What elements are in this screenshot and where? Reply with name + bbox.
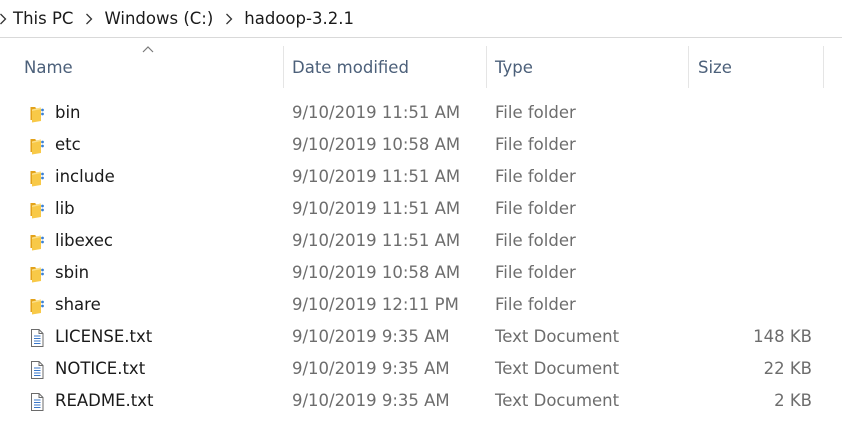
file-type: Text Document (495, 359, 620, 378)
file-row[interactable]: NOTICE.txt 9/10/2019 9:35 AM Text Docume… (0, 353, 842, 385)
file-type: File folder (495, 231, 576, 250)
file-date-modified: 9/10/2019 9:35 AM (292, 359, 450, 378)
file-date-modified: 9/10/2019 12:11 PM (292, 295, 459, 314)
file-list: bin 9/10/2019 11:51 AM File folder etc 9… (0, 97, 842, 417)
chevron-right-icon[interactable] (80, 9, 98, 29)
file-row[interactable]: libexec 9/10/2019 11:51 AM File folder (0, 225, 842, 257)
file-name: NOTICE.txt (55, 359, 146, 378)
file-row[interactable]: etc 9/10/2019 10:58 AM File folder (0, 129, 842, 161)
column-header-size[interactable]: Size (689, 38, 823, 96)
column-header-date-modified[interactable]: Date modified (284, 38, 486, 96)
file-row[interactable]: bin 9/10/2019 11:51 AM File folder (0, 97, 842, 129)
file-date-modified: 9/10/2019 10:58 AM (292, 135, 461, 154)
file-size: 2 KB (774, 391, 812, 410)
column-header-name[interactable]: Name (0, 38, 283, 96)
file-type: File folder (495, 135, 576, 154)
file-row[interactable]: share 9/10/2019 12:11 PM File folder (0, 289, 842, 321)
folder-icon (27, 263, 47, 283)
breadcrumb-item-windows-c[interactable]: Windows (C:) (102, 9, 215, 29)
column-divider[interactable] (823, 46, 824, 88)
file-type: File folder (495, 103, 576, 122)
file-name: lib (55, 199, 75, 218)
file-name: LICENSE.txt (55, 327, 153, 346)
column-header-type-label: Type (495, 58, 533, 77)
folder-icon (27, 167, 47, 187)
file-name: libexec (55, 231, 113, 250)
file-date-modified: 9/10/2019 11:51 AM (292, 103, 461, 122)
folder-icon (27, 103, 47, 123)
file-date-modified: 9/10/2019 11:51 AM (292, 199, 461, 218)
file-date-modified: 9/10/2019 9:35 AM (292, 391, 450, 410)
file-explorer-window: This PC Windows (C:) hadoop-3.2.1 Name D… (0, 0, 842, 429)
file-type: File folder (495, 263, 576, 282)
breadcrumb-item-this-pc[interactable]: This PC (11, 9, 75, 29)
file-size: 148 KB (753, 327, 812, 346)
file-size: 22 KB (763, 359, 812, 378)
file-row[interactable]: LICENSE.txt 9/10/2019 9:35 AM Text Docum… (0, 321, 842, 353)
file-name: bin (55, 103, 81, 122)
text-document-icon (27, 327, 47, 347)
folder-icon (27, 199, 47, 219)
file-name: share (55, 295, 101, 314)
file-date-modified: 9/10/2019 10:58 AM (292, 263, 461, 282)
folder-icon (27, 295, 47, 315)
file-row[interactable]: sbin 9/10/2019 10:58 AM File folder (0, 257, 842, 289)
file-row[interactable]: lib 9/10/2019 11:51 AM File folder (0, 193, 842, 225)
file-type: Text Document (495, 327, 620, 346)
file-type: File folder (495, 167, 576, 186)
breadcrumb-item-hadoop[interactable]: hadoop-3.2.1 (242, 9, 356, 29)
chevron-right-icon[interactable] (0, 9, 10, 29)
file-type: Text Document (495, 391, 620, 410)
file-name: etc (55, 135, 81, 154)
file-name: sbin (55, 263, 90, 282)
column-header-size-label: Size (698, 58, 732, 77)
chevron-right-icon[interactable] (220, 9, 238, 29)
column-header-date-label: Date modified (292, 58, 409, 77)
column-header-type[interactable]: Type (487, 38, 688, 96)
text-document-icon (27, 359, 47, 379)
folder-icon (27, 135, 47, 155)
file-date-modified: 9/10/2019 11:51 AM (292, 167, 461, 186)
folder-icon (27, 231, 47, 251)
text-document-icon (27, 391, 47, 411)
column-header-name-label: Name (24, 58, 73, 77)
file-name: README.txt (55, 391, 154, 410)
file-type: File folder (495, 295, 576, 314)
file-row[interactable]: README.txt 9/10/2019 9:35 AM Text Docume… (0, 385, 842, 417)
column-header: Name Date modified Type Size (0, 38, 842, 96)
file-type: File folder (495, 199, 576, 218)
file-name: include (55, 167, 115, 186)
file-date-modified: 9/10/2019 9:35 AM (292, 327, 450, 346)
file-date-modified: 9/10/2019 11:51 AM (292, 231, 461, 250)
file-row[interactable]: include 9/10/2019 11:51 AM File folder (0, 161, 842, 193)
breadcrumb: This PC Windows (C:) hadoop-3.2.1 (0, 0, 842, 38)
